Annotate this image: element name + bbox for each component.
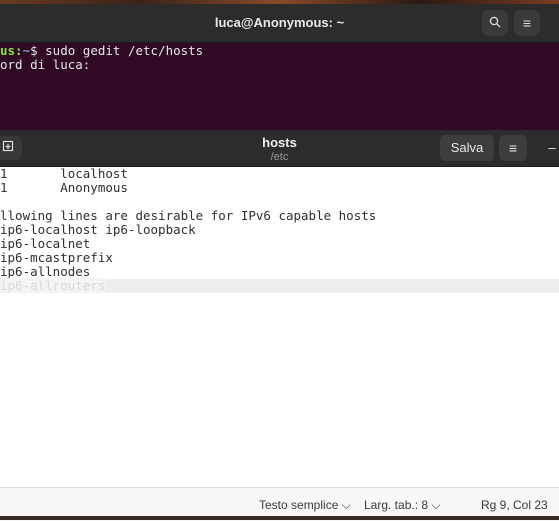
minimize-button[interactable]: – [542, 135, 559, 161]
language-selector[interactable]: Testo semplice ⌵ [259, 498, 351, 513]
editor-line: ip6-allnodes [0, 264, 91, 279]
terminal-window: luca@Anonymous: ~ ≡ us:~$ sudo gedit /et… [0, 4, 559, 130]
gedit-header-bar: hosts /etc Salva ≡ – [0, 130, 559, 167]
selected-text: ip6-allrouters [0, 278, 106, 293]
terminal-output[interactable]: us:~$ sudo gedit /etc/hosts ord di luca: [0, 43, 559, 130]
search-icon[interactable] [482, 10, 508, 36]
hamburger-menu-icon[interactable]: ≡ [499, 135, 527, 161]
text-editor-area[interactable]: 1 localhost 1 Anonymous llowing lines ar… [0, 167, 559, 487]
editor-line: ip6-localnet [0, 236, 91, 251]
terminal-header-bar: luca@Anonymous: ~ ≡ [0, 4, 559, 43]
tab-width-selector[interactable]: Larg. tab.: 8 ⌵ [364, 498, 440, 513]
terminal-title: luca@Anonymous: ~ [214, 15, 345, 30]
terminal-line: ord di luca: [0, 57, 91, 72]
cursor-position: Rg 9, Col 23 [481, 498, 548, 512]
editor-line: 1 Anonymous [0, 180, 128, 195]
hamburger-menu-icon[interactable]: ≡ [514, 10, 540, 36]
terminal-line: us:~$ sudo gedit /etc/hosts [0, 43, 204, 58]
editor-line: ip6-localhost ip6-loopback [0, 222, 196, 237]
save-button[interactable]: Salva [440, 135, 494, 161]
editor-line: llowing lines are desirable for IPv6 cap… [0, 208, 377, 223]
editor-line: ip6-mcastprefix [0, 250, 113, 265]
gedit-window: hosts /etc Salva ≡ – 1 localhost 1 Anony… [0, 130, 559, 521]
desktop-background-bottom [0, 516, 559, 520]
editor-line: 1 localhost [0, 166, 128, 181]
current-editor-line: ip6-allrouters [0, 278, 559, 293]
